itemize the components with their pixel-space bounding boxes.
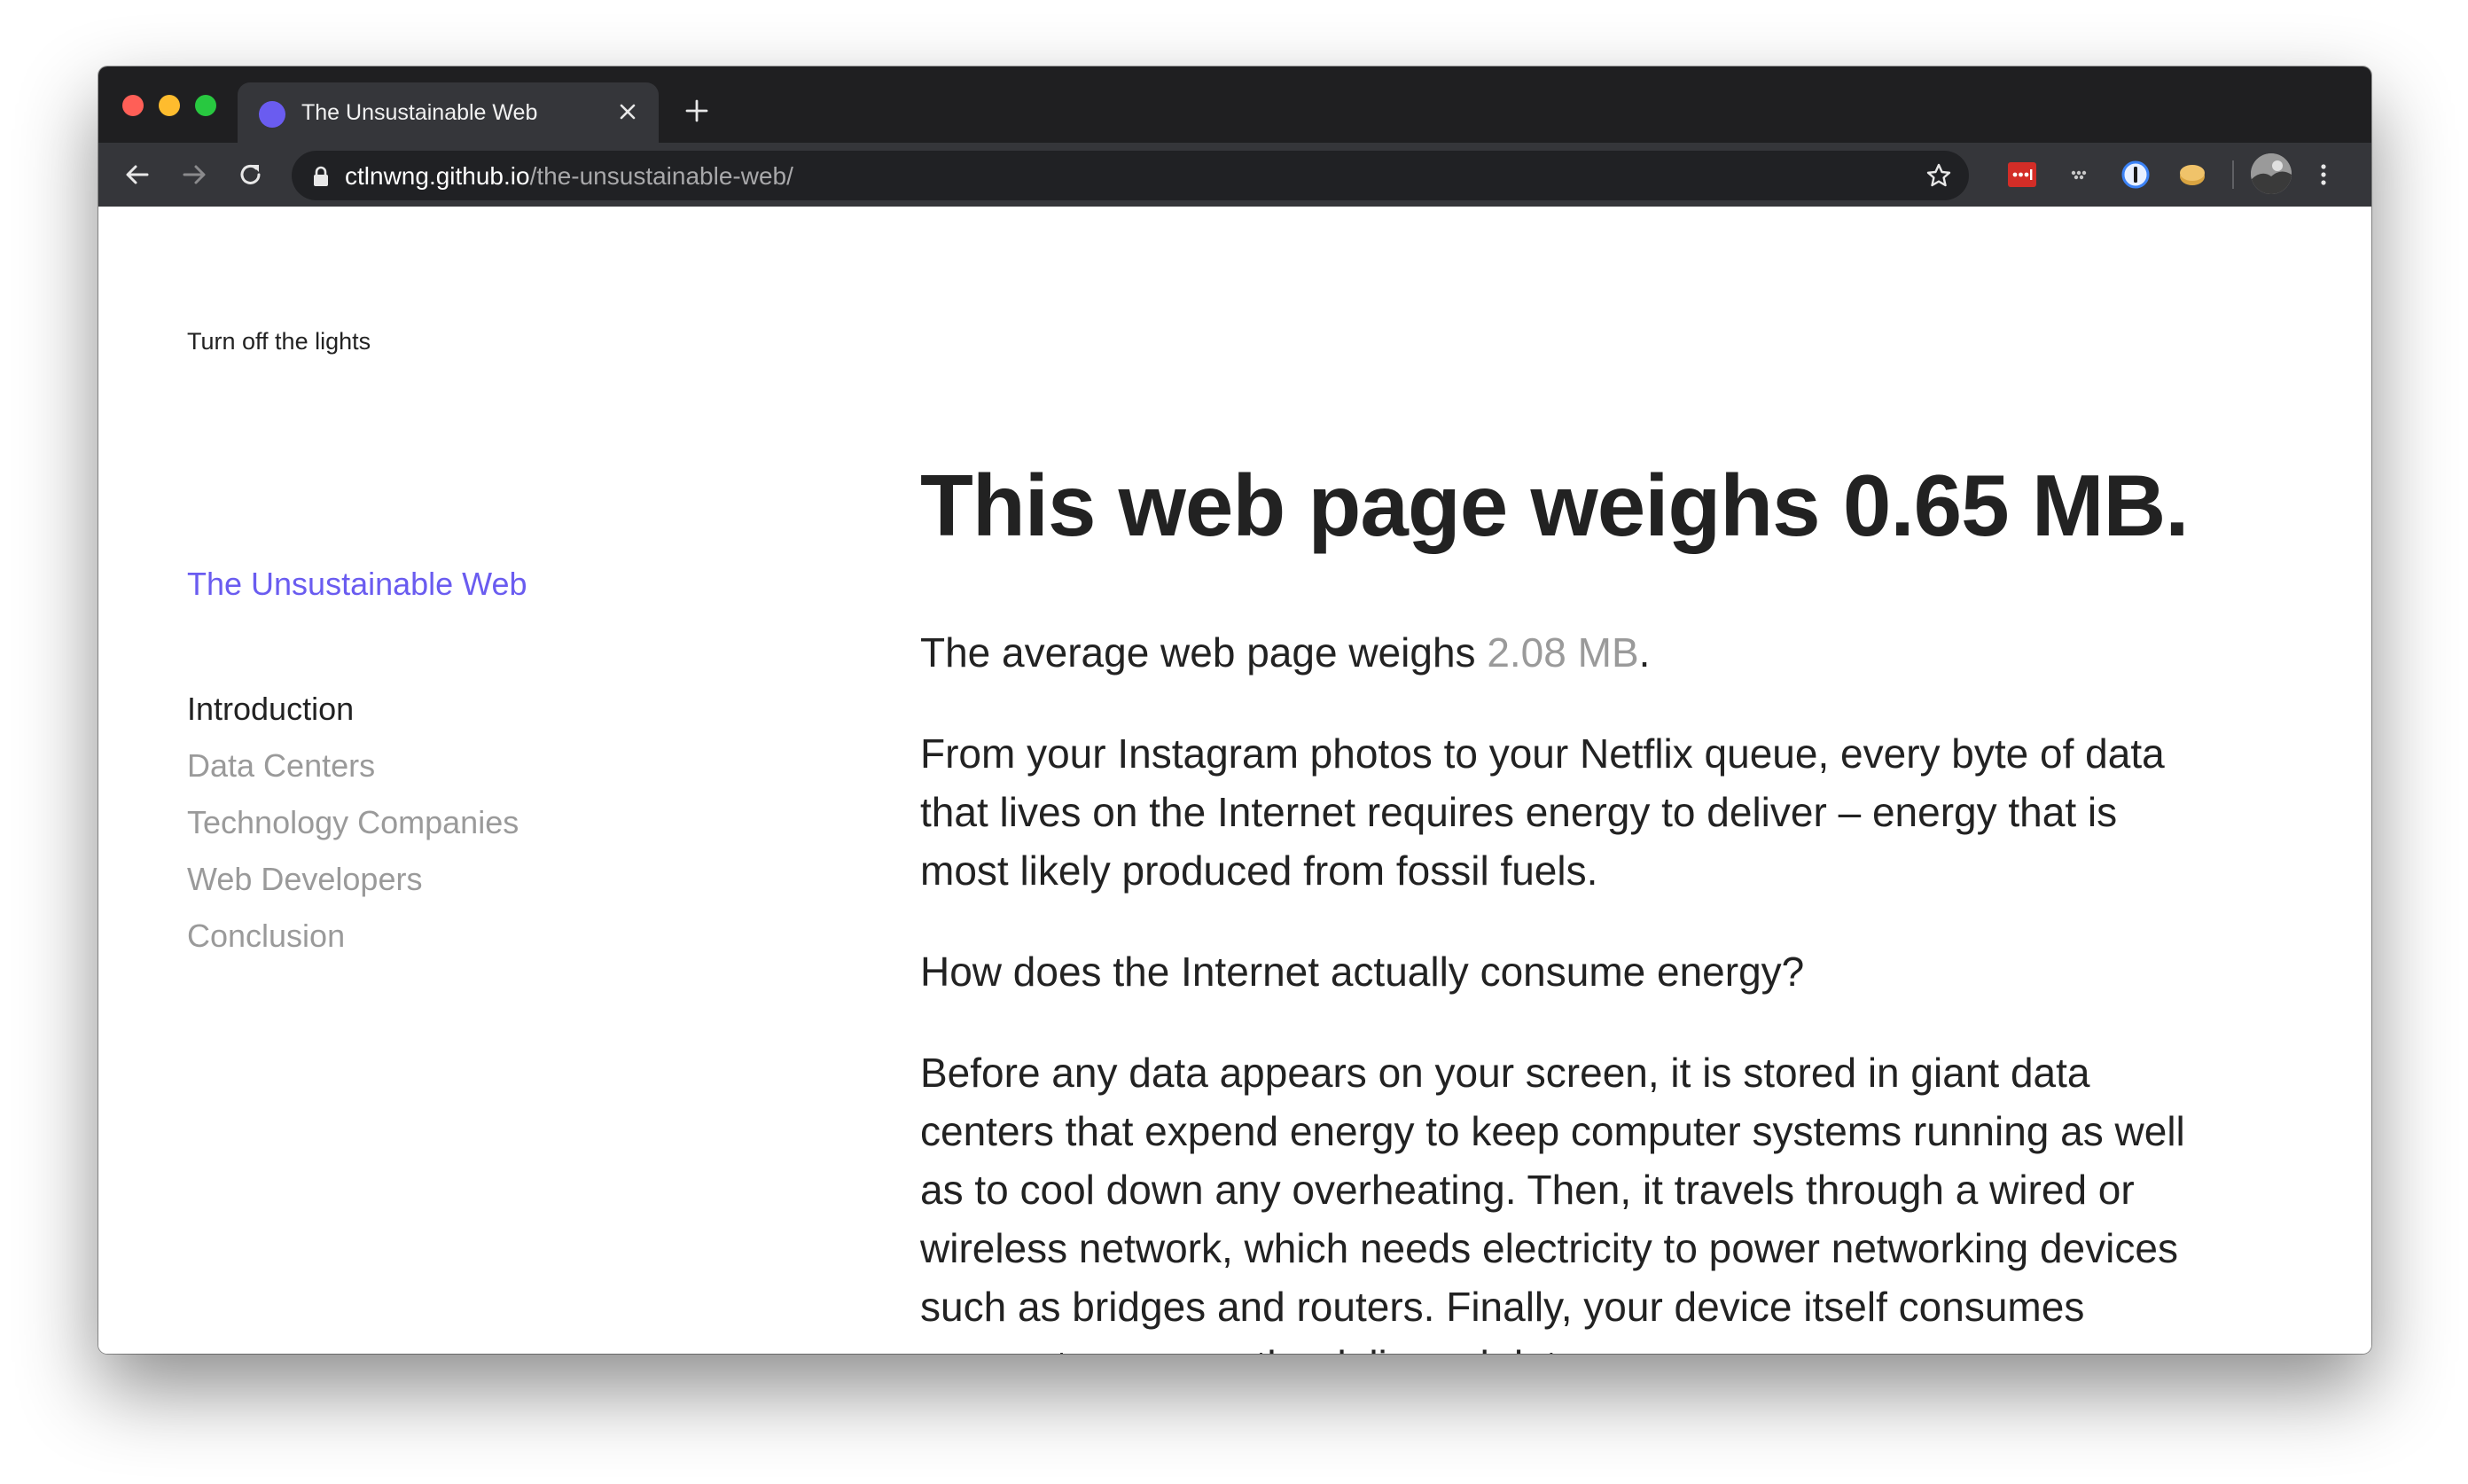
average-prefix: The average web page weighs (920, 629, 1488, 676)
url-path: /the-unsustainable-web/ (529, 162, 793, 190)
onepassword-icon[interactable] (2120, 159, 2152, 191)
avatar[interactable] (2251, 153, 2292, 194)
browser-window: The Unsustainable Web ctlnwng.github.io/… (98, 66, 2371, 1354)
nav-item-data-centers[interactable]: Data Centers (187, 738, 519, 794)
reload-icon[interactable] (231, 155, 270, 194)
title-bar: The Unsustainable Web (98, 66, 2371, 143)
nav-item-technology-companies[interactable]: Technology Companies (187, 794, 519, 851)
cookie-icon[interactable] (2176, 159, 2208, 191)
close-tab-icon[interactable] (613, 97, 643, 127)
toolbar-separator (2232, 160, 2234, 189)
average-value: 2.08 MB (1487, 629, 1639, 676)
lock-icon[interactable] (309, 165, 332, 188)
average-suffix: . (1638, 629, 1651, 676)
back-arrow-icon[interactable] (118, 155, 157, 194)
nav-item-conclusion[interactable]: Conclusion (187, 908, 519, 965)
kebab-menu-icon[interactable] (2308, 159, 2339, 191)
favicon-icon (259, 101, 285, 128)
address-bar[interactable]: ctlnwng.github.io/the-unsustainable-web/ (292, 151, 1969, 200)
tab-title: The Unsustainable Web (301, 100, 538, 125)
nav-item-web-developers[interactable]: Web Developers (187, 851, 519, 908)
lastpass-icon[interactable] (2006, 159, 2038, 191)
new-tab-icon[interactable] (679, 93, 715, 129)
site-title-link[interactable]: The Unsustainable Web (187, 566, 527, 603)
page-content: Turn off the lights The Unsustainable We… (98, 207, 2371, 1354)
star-icon[interactable] (1925, 161, 1953, 190)
minimize-window-button[interactable] (159, 95, 180, 116)
browser-tab[interactable]: The Unsustainable Web (238, 82, 659, 143)
url-host: ctlnwng.github.io (345, 162, 530, 190)
nav-item-introduction[interactable]: Introduction (187, 681, 519, 738)
section-nav: Introduction Data Centers Technology Com… (187, 681, 519, 965)
lights-toggle-link[interactable]: Turn off the lights (187, 328, 371, 355)
url-text[interactable]: ctlnwng.github.io/the-unsustainable-web/ (345, 162, 793, 191)
maximize-window-button[interactable] (195, 95, 216, 116)
close-window-button[interactable] (122, 95, 144, 116)
average-weight-paragraph: The average web page weighs 2.08 MB. (920, 623, 2206, 682)
article: This web page weighs 0.65 MB. The averag… (920, 457, 2206, 1354)
intro-paragraph: From your Instagram photos to your Netfl… (920, 730, 2165, 894)
toolbar: ctlnwng.github.io/the-unsustainable-web/ (98, 143, 2371, 207)
dots-icon[interactable] (2063, 159, 2095, 191)
question-paragraph: How does the Internet actually consume e… (920, 949, 1805, 995)
explanation-paragraph: Before any data appears on your screen, … (920, 1050, 2185, 1354)
forward-arrow-icon[interactable] (175, 155, 214, 194)
page-title: This web page weighs 0.65 MB. (920, 457, 2189, 554)
